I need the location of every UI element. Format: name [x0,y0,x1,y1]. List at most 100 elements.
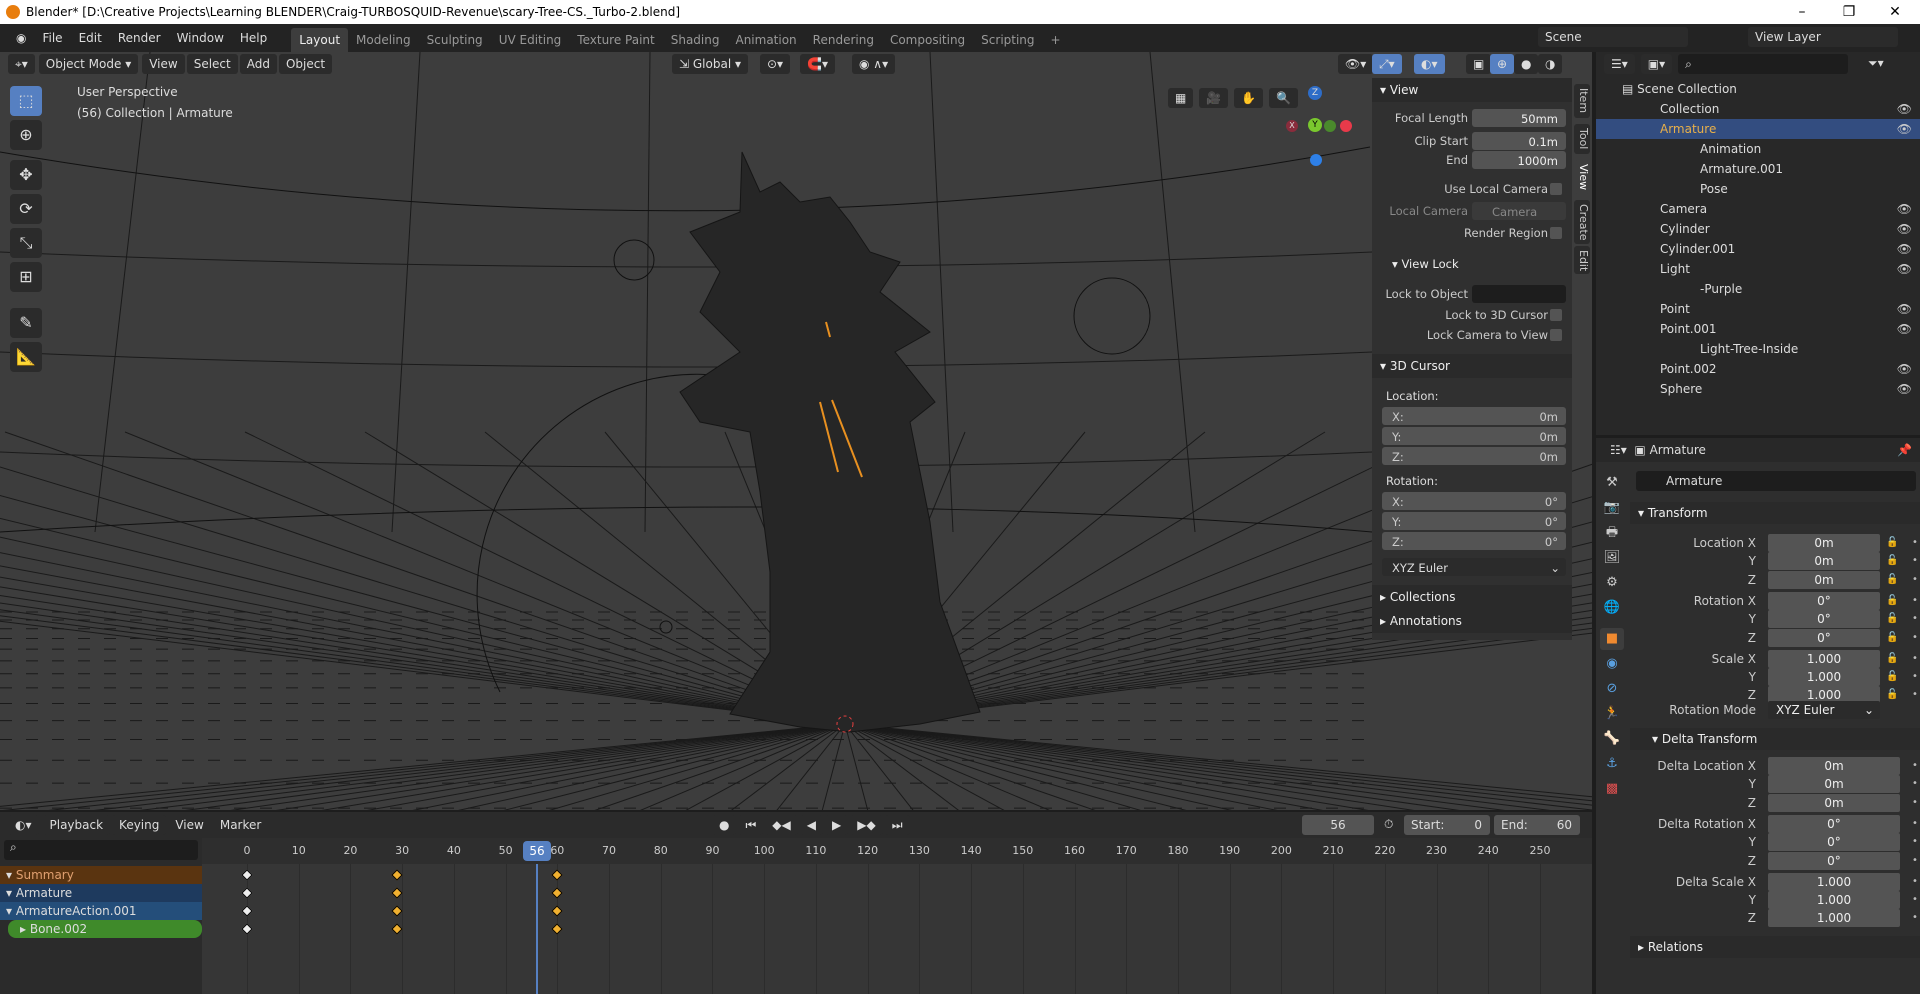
3d-cursor-section-header[interactable]: ▾ 3D Cursor [1372,354,1572,378]
xray-toggle-icon[interactable]: ▣ [1466,54,1492,74]
tab-uv-editing[interactable]: UV Editing [491,28,570,52]
outliner-item[interactable]: Point.001 👁 [1596,319,1920,339]
minimize-button[interactable]: – [1779,0,1825,24]
tab-sculpting[interactable]: Sculpting [419,28,491,52]
property-value-field[interactable]: 0m [1768,775,1900,794]
editor-type-icon[interactable]: ☷▾ [1610,443,1627,457]
keyframe-dot-icon[interactable]: • [1912,610,1918,628]
current-frame-field[interactable]: 56 [1302,815,1374,835]
property-value-field[interactable]: 1.000 [1768,909,1900,928]
property-value-field[interactable]: 0° [1768,628,1880,647]
visibility-eye-icon[interactable]: 👁 [1897,259,1912,279]
keyframe-dot-icon[interactable]: • [1912,794,1918,812]
visibility-eye-icon[interactable]: 👁 [1897,199,1912,219]
keyframe-dot-icon[interactable]: • [1912,852,1918,870]
select-box-tool[interactable]: ⬚ [10,86,42,116]
timeline-menu-playback[interactable]: Playback [42,815,111,835]
transform-tool[interactable]: ⊞ [10,262,42,292]
lock-icon[interactable]: 🔓 [1886,552,1898,570]
pin-icon[interactable]: 📌 [1897,438,1912,462]
annotate-tool[interactable]: ✎ [10,308,42,338]
clip-end-field[interactable]: 1000m [1472,151,1566,169]
render-region-checkbox[interactable] [1550,227,1562,239]
cursor-tool[interactable]: ⊕ [10,120,42,150]
outliner-item[interactable]: Point 👁 [1596,299,1920,319]
menu-help[interactable]: Help [232,31,275,45]
property-value-field[interactable]: 1.000 [1768,668,1880,686]
outliner-item[interactable]: Sphere 👁 [1596,379,1920,399]
channel-armatureaction-001[interactable]: ▾ ArmatureAction.001 [0,902,202,920]
viewport-menu-add[interactable]: Add [239,54,277,74]
record-button[interactable]: ● [712,815,737,835]
keyframe-dot-icon[interactable]: • [1912,629,1918,647]
timeline-menu-view[interactable]: View [168,815,210,835]
channel-bone-002[interactable]: ▸ Bone.002 [8,920,202,938]
property-value-field[interactable]: 0m [1768,570,1880,589]
outliner-item[interactable]: Armature 👁 [1596,119,1920,139]
constraints-icon[interactable]: ⊘ [1600,678,1624,700]
cursor-rot-z-field[interactable]: Z: 0° [1382,532,1566,550]
visibility-eye-icon[interactable]: 👁 [1897,299,1912,319]
channel-search-input[interactable]: ⌕ [4,840,198,860]
timeline-editor-type-icon[interactable]: ◐▾ [8,815,39,835]
jump-end-button[interactable]: ⏭ [884,815,910,835]
end-frame-field[interactable]: End: 60 [1494,815,1580,835]
transform-section-header[interactable]: ▾ Transform [1630,502,1920,524]
viewport-menu-view[interactable]: View [142,54,185,74]
keyframe-dot-icon[interactable]: • [1912,757,1918,775]
keyframe-dot-icon[interactable]: • [1912,592,1918,610]
keyframe-dot-icon[interactable]: • [1912,873,1918,891]
keyframe-dot-icon[interactable]: • [1912,650,1918,668]
close-button[interactable]: ✕ [1872,0,1918,24]
camera-view-icon[interactable]: 🎥 [1199,88,1229,108]
output-icon[interactable]: 🖶 [1600,522,1624,544]
navigation-gizmo[interactable]: Z Y X [1282,86,1352,166]
lock-icon[interactable]: 🔓 [1886,610,1898,628]
display-mode-icon[interactable]: ▣▾ [1640,54,1673,74]
tab-shading[interactable]: Shading [663,28,728,52]
cursor-loc-z-field[interactable]: Z: 0m [1382,447,1566,465]
visibility-eye-icon[interactable]: 👁 [1897,119,1912,139]
gizmo-toggle-icon[interactable]: ⤢▾ [1372,54,1402,74]
visibility-eye-icon[interactable]: 👁 [1897,239,1912,259]
prev-keyframe-button[interactable]: ◆◀ [765,815,798,835]
sidebar-tab-edit[interactable]: Edit [1574,246,1590,274]
keyframe-dot-icon[interactable]: • [1912,909,1918,927]
tab-scripting[interactable]: Scripting [973,28,1042,52]
lock-to-cursor-checkbox[interactable] [1550,309,1562,321]
overlay-toggle-icon[interactable]: ◐▾ [1414,54,1445,74]
lock-icon[interactable]: 🔓 [1886,668,1898,686]
world-icon[interactable]: 🌐 [1600,597,1624,619]
play-button[interactable]: ▶ [825,815,849,835]
outliner-item[interactable]: Light 👁 [1596,259,1920,279]
property-value-field[interactable]: 0° [1768,833,1900,852]
measure-tool[interactable]: 📐 [10,342,42,372]
outliner-editor-type-icon[interactable]: ☰▾ [1604,54,1635,74]
pan-hand-icon[interactable]: ✋ [1234,88,1264,108]
object-name-field[interactable]: Armature [1636,471,1916,491]
proportional-edit-icon[interactable]: ◉ ∧▾ [852,54,896,74]
view-layer-selector[interactable]: View Layer [1748,27,1898,47]
outliner-item[interactable]: Camera 👁 [1596,199,1920,219]
property-value-field[interactable]: 1.000 [1768,891,1900,909]
visibility-eye-icon[interactable]: 👁 [1897,379,1912,399]
scene-icon[interactable]: ⚙ [1600,572,1624,594]
armature-data-icon[interactable]: 🏃 [1600,703,1624,725]
mode-selector[interactable]: Object Mode ▾ [38,54,139,74]
keyframe-dot-icon[interactable]: • [1912,534,1918,552]
view-layer-icon[interactable]: 🖼 [1600,547,1624,569]
expand-arrow-icon[interactable]: ▾ [6,904,16,918]
keyframe-dot-icon[interactable]: • [1912,571,1918,589]
viewport-menu-select[interactable]: Select [186,54,238,74]
move-tool[interactable]: ✥ [10,160,42,190]
sidebar-tab-item[interactable]: Item [1574,84,1590,118]
lock-icon[interactable]: 🔓 [1886,534,1898,552]
menu-file[interactable]: File [34,31,70,45]
blender-menu-icon[interactable]: ◉ [8,31,34,45]
property-value-field[interactable]: 0m [1768,534,1880,552]
cursor-rot-y-field[interactable]: Y: 0° [1382,512,1566,530]
render-icon[interactable]: 📷 [1600,497,1624,519]
pivot-point-icon[interactable]: ⊙▾ [760,54,791,74]
lock-icon[interactable]: 🔓 [1886,592,1898,610]
property-value-field[interactable]: 0° [1768,591,1880,610]
